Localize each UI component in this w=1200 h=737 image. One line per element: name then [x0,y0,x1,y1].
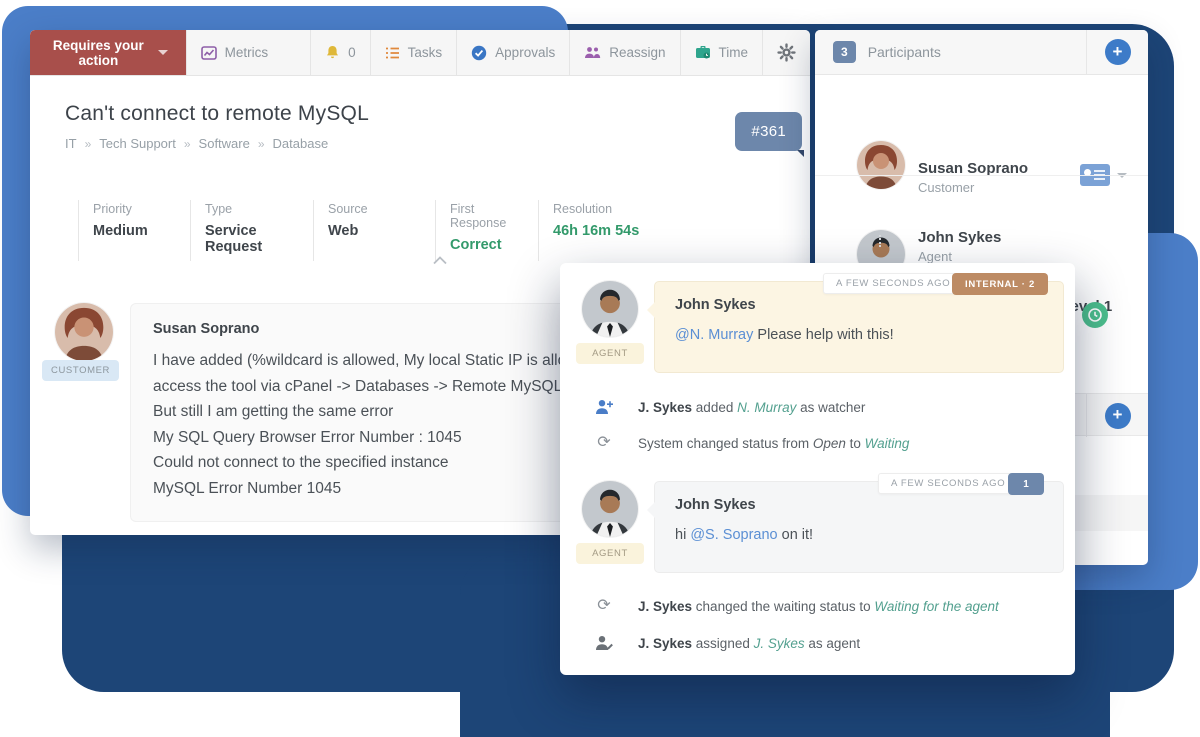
agent-role-badge: AGENT [576,343,644,364]
breadcrumb-item[interactable]: Tech Support [99,136,176,151]
timestamp-pill: A FEW SECONDS AGO [823,273,964,294]
add-participant-button[interactable]: + [1104,39,1131,65]
refresh-icon: ⟳ [597,434,611,451]
message-author: John Sykes [675,497,756,513]
add-item-button[interactable]: + [1104,402,1131,429]
gear-icon [777,43,796,62]
metrics-label: Metrics [224,45,269,60]
timeline-event: J. Sykes added N. Murray as watcher [594,399,865,415]
avatar-susan-soprano [857,141,905,189]
add-participant-cell: + [1086,30,1148,74]
timeline-event: ⟳ J. Sykes changed the waiting status to… [594,597,998,614]
customer-role-badge: CUSTOMER [42,360,119,381]
message-body: @N. Murray Please help with this! [675,327,894,343]
escalation-connector [879,235,881,247]
bubble-notch [130,326,131,344]
breadcrumb-item[interactable]: Software [199,136,250,151]
tasks-list-icon [385,46,400,60]
settings-button[interactable] [762,30,810,75]
bell-icon [325,45,340,61]
page-canvas: Requires your action Metrics 0 Tasks App… [0,0,1200,737]
ticket-toolbar: Requires your action Metrics 0 Tasks App… [30,30,810,76]
refresh-icon: ⟳ [597,597,611,614]
field-first-response: First Response Correct [435,200,538,261]
person-add-icon [594,399,614,415]
internal-count-badge[interactable]: INTERNAL · 2 [952,273,1048,295]
person-assign-icon [594,635,614,651]
field-resolution: Resolution 46h 16m 54s [538,200,688,261]
time-label: Time [718,45,749,60]
agent-role-badge: AGENT [576,543,644,564]
reply-message-bubble: John Sykes hi @S. Soprano on it! [647,481,1064,573]
ticket-id-badge: #361 [735,112,804,157]
participants-title: Participants [867,44,941,60]
divider [815,175,1148,176]
timestamp-pill: A FEW SECONDS AGO [878,473,1019,494]
reassign-people-icon [584,46,601,59]
avatar-john-sykes [582,481,638,537]
tab-tasks[interactable]: Tasks [369,30,457,75]
message-author: John Sykes [675,297,756,313]
breadcrumb-item[interactable]: Database [273,136,329,151]
page-title: Can't connect to remote MySQL [65,102,369,125]
notification-count: 0 [348,45,356,60]
field-source: Source Web [313,200,435,261]
breadcrumb: IT » Tech Support » Software » Database [65,136,369,151]
tasks-label: Tasks [407,45,443,60]
ticket-fields: Priority Medium Type Service Request Sou… [78,200,688,261]
notifications-button[interactable]: 0 [310,30,370,75]
add-item-cell: + [1086,394,1148,437]
avatar-susan-soprano [55,303,113,361]
field-priority: Priority Medium [78,200,190,261]
message-body: hi @S. Soprano on it! [675,527,814,543]
breadcrumb-separator: » [257,136,265,151]
avatar-john-sykes [582,281,638,337]
bubble-notch [647,302,655,318]
requires-action-button[interactable]: Requires your action [30,30,186,75]
timeline-event: ⟳ System changed status from Open to Wai… [594,435,909,451]
timeline-panel: AGENT John Sykes @N. Murray Please help … [560,263,1075,675]
time-briefcase-icon [695,45,711,60]
participants-header: 3 Participants + [815,30,1148,75]
chevron-down-icon [157,50,168,55]
participants-count-badge: 3 [833,41,856,63]
field-type: Type Service Request [190,200,313,261]
badge-fold-notch [797,150,804,157]
bubble-notch [647,502,655,518]
reassign-label: Reassign [609,45,666,60]
tab-metrics[interactable]: Metrics [185,30,283,75]
approvals-check-icon [471,45,487,61]
timeline-event: J. Sykes assigned J. Sykes as agent [594,635,860,651]
sla-clock-icon [1082,302,1108,328]
collapse-chevron-up-icon[interactable] [432,256,448,265]
approvals-label: Approvals [495,45,556,60]
requires-action-label: Requires your action [52,37,144,68]
reply-count-badge[interactable]: 1 [1008,473,1044,495]
breadcrumb-separator: » [183,136,191,151]
tab-reassign[interactable]: Reassign [569,30,679,75]
tab-approvals[interactable]: Approvals [456,30,569,75]
breadcrumb-separator: » [84,136,92,151]
breadcrumb-item[interactable]: IT [65,136,77,151]
metrics-chart-icon [200,45,217,60]
tab-time[interactable]: Time [679,30,763,75]
